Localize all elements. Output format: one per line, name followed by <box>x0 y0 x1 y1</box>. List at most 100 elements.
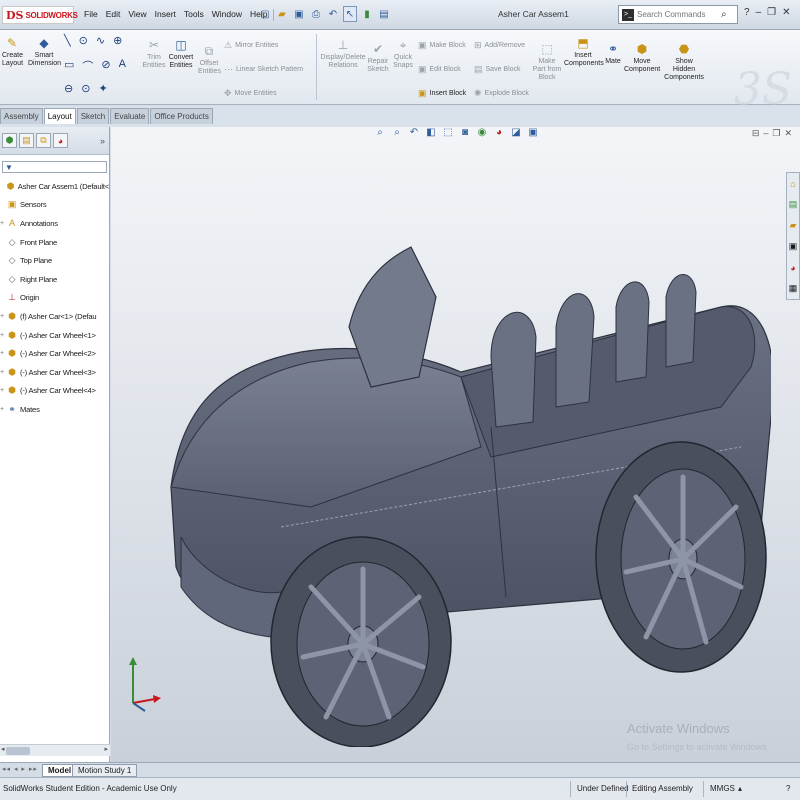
print-icon[interactable]: ⎙ <box>309 6 323 22</box>
graphics-area[interactable]: ⌕ ⌕ ↶ ◧ ⬚ ◙ ◉ ◕ ◪ ▣ ⊟ – ❐ ✕ Activate Win… <box>111 127 800 762</box>
view-settings-icon[interactable]: ▣ <box>526 127 540 138</box>
feature-tree-filter[interactable]: ▼ <box>2 161 107 173</box>
point-icon[interactable]: ✦ <box>98 82 107 95</box>
apply-scene-icon[interactable]: ◪ <box>509 127 523 138</box>
open-icon[interactable]: ▰ <box>275 6 289 22</box>
save-block-button[interactable]: ▤ Save Block <box>474 64 521 75</box>
undo-icon[interactable]: ↶ <box>326 6 340 22</box>
circle-icon[interactable]: ⊙ <box>79 34 88 47</box>
search-commands[interactable]: >_ ⌕ <box>618 5 738 24</box>
tree-item-mates[interactable]: + ⚭ Mates <box>0 400 109 419</box>
previous-view-icon[interactable]: ↶ <box>407 127 421 138</box>
trim-entities-button[interactable]: ✂ Trim Entities <box>142 38 166 70</box>
close-icon[interactable]: ✕ <box>782 7 790 18</box>
section-view-icon[interactable]: ◧ <box>424 127 438 138</box>
tree-item-sensors[interactable]: ▣ Sensors <box>0 196 109 215</box>
tree-item-component[interactable]: + ⬢ (f) Asher Car<1> (Defau <box>0 307 109 326</box>
car-assembly-model[interactable] <box>161 187 771 747</box>
options-icon[interactable]: ▤ <box>377 6 391 22</box>
rebuild-icon[interactable]: ▮ <box>360 6 374 22</box>
arc-icon[interactable]: ⌒ <box>82 58 93 74</box>
tree-item-component[interactable]: + ⬢ (-) Asher Car Wheel<4> <box>0 382 109 401</box>
scrollbar-thumb[interactable] <box>6 747 30 755</box>
view-orientation-icon[interactable]: ⬚ <box>441 127 455 138</box>
repair-sketch-button[interactable]: ✔ Repair Sketch <box>366 42 390 74</box>
tab-layout[interactable]: Layout <box>43 108 76 124</box>
tree-item-right-plane[interactable]: ◇ Right Plane <box>0 270 109 289</box>
slot-icon[interactable]: ⊖ <box>64 82 73 95</box>
save-icon[interactable]: ▣ <box>292 6 306 22</box>
tab-sketch[interactable]: Sketch <box>76 108 110 124</box>
smart-dimension-button[interactable]: ◆ Smart Dimension <box>28 36 61 68</box>
spline-icon[interactable]: ∿ <box>96 34 105 47</box>
appearances-icon[interactable]: ◕ <box>787 257 799 278</box>
tree-item-component[interactable]: + ⬢ (-) Asher Car Wheel<3> <box>0 363 109 382</box>
solidworks-resources-icon[interactable]: ⌂ <box>787 173 799 194</box>
menu-file[interactable]: File <box>80 9 102 21</box>
hide-show-items-icon[interactable]: ◉ <box>475 127 489 138</box>
tree-item-component[interactable]: + ⬢ (-) Asher Car Wheel<2> <box>0 344 109 363</box>
scroll-right-icon[interactable]: ▸ <box>104 745 108 753</box>
tab-scroll-arrows-icon[interactable]: ◂◂ ◂ ▸ ▸▸ <box>2 765 38 773</box>
menu-tools[interactable]: Tools <box>180 9 208 21</box>
configuration-manager-tab-icon[interactable]: ⧉ <box>36 133 51 148</box>
tree-item-top-plane[interactable]: ◇ Top Plane <box>0 251 109 270</box>
tree-item-assembly[interactable]: ⬢ Asher Car Assem1 (Default< <box>0 177 109 196</box>
tab-office-products[interactable]: Office Products <box>150 108 213 124</box>
rectangle-icon[interactable]: ▭ <box>64 58 74 74</box>
feature-manager-tab-icon[interactable]: ⬢ <box>2 133 17 148</box>
create-layout-button[interactable]: ✎ Create Layout <box>2 36 23 68</box>
zoom-to-fit-icon[interactable]: ⌕ <box>373 127 387 138</box>
line-icon[interactable]: ╲ <box>64 34 71 47</box>
viewport-minimize-icon[interactable]: – <box>763 128 768 139</box>
scroll-left-icon[interactable]: ◂ <box>1 745 5 753</box>
tree-item-component[interactable]: + ⬢ (-) Asher Car Wheel<1> <box>0 326 109 345</box>
viewport-restore-icon[interactable]: ❐ <box>772 128 780 139</box>
move-component-button[interactable]: ⬢ Move Component <box>624 42 660 74</box>
tree-item-front-plane[interactable]: ◇ Front Plane <box>0 233 109 252</box>
custom-properties-icon[interactable]: ▦ <box>787 278 799 299</box>
search-input[interactable] <box>637 10 721 19</box>
quick-snaps-button[interactable]: ⌖ Quick Snaps <box>392 38 414 70</box>
polygon-icon[interactable]: ⊙ <box>81 82 90 95</box>
restore-icon[interactable]: ❐ <box>767 7 776 18</box>
help-icon[interactable]: ? <box>744 7 750 18</box>
mate-button[interactable]: ⚭ Mate <box>602 42 624 66</box>
minimize-icon[interactable]: – <box>756 7 762 18</box>
make-block-button[interactable]: ▣ Make Block <box>418 40 466 51</box>
view-palette-icon[interactable]: ▣ <box>787 236 799 257</box>
design-library-icon[interactable]: ▤ <box>787 194 799 215</box>
insert-components-button[interactable]: ⬒ Insert Components <box>564 36 604 68</box>
menu-window[interactable]: Window <box>208 9 246 21</box>
select-icon[interactable]: ↖ <box>343 6 357 22</box>
help-status-icon[interactable]: ? <box>786 784 790 793</box>
menu-edit[interactable]: Edit <box>102 9 125 21</box>
add-remove-button[interactable]: ⊞ Add/Remove <box>474 40 525 51</box>
mirror-entities-button[interactable]: ⚠ Mirror Entities <box>224 40 278 51</box>
units-dropdown-icon[interactable]: ▴ <box>738 784 742 793</box>
feature-tree-scrollbar[interactable]: ◂ ▸ <box>0 744 110 756</box>
offset-entities-button[interactable]: ⧉ Offset Entities <box>198 44 221 76</box>
file-explorer-icon[interactable]: ▰ <box>787 215 799 236</box>
text-icon[interactable]: A <box>119 58 126 74</box>
tab-motion-study[interactable]: Motion Study 1 <box>72 764 138 777</box>
convert-entities-button[interactable]: ◫ Convert Entities <box>168 38 194 70</box>
edit-appearance-icon[interactable]: ◕ <box>492 127 506 138</box>
display-manager-tab-icon[interactable]: ◕ <box>53 133 68 148</box>
show-hidden-components-button[interactable]: ⬣ Show Hidden Components <box>662 42 706 82</box>
new-icon[interactable]: ▢ <box>258 6 272 22</box>
move-entities-button[interactable]: ✥ Move Entities <box>224 88 277 99</box>
tab-evaluate[interactable]: Evaluate <box>110 108 150 124</box>
linear-sketch-pattern-button[interactable]: ⋯ Linear Sketch Pattern <box>224 64 303 75</box>
status-units[interactable]: MMGS <box>710 784 735 793</box>
search-icon[interactable]: ⌕ <box>721 9 727 20</box>
explode-block-button[interactable]: ✺ Explode Block <box>474 88 529 99</box>
smart-pen-icon[interactable]: ⊕ <box>113 34 122 47</box>
edit-block-button[interactable]: ▣ Edit Block <box>418 64 461 75</box>
tab-assembly[interactable]: Assembly <box>0 108 43 124</box>
make-part-from-block-button[interactable]: ⬚ Make Part from Block <box>530 42 564 82</box>
split-view-icon[interactable]: ⊟ <box>752 128 760 139</box>
display-style-icon[interactable]: ◙ <box>458 127 472 138</box>
tree-item-origin[interactable]: ⊥ Origin <box>0 289 109 308</box>
display-delete-relations-button[interactable]: ⊥ Display/Delete Relations <box>320 38 366 70</box>
